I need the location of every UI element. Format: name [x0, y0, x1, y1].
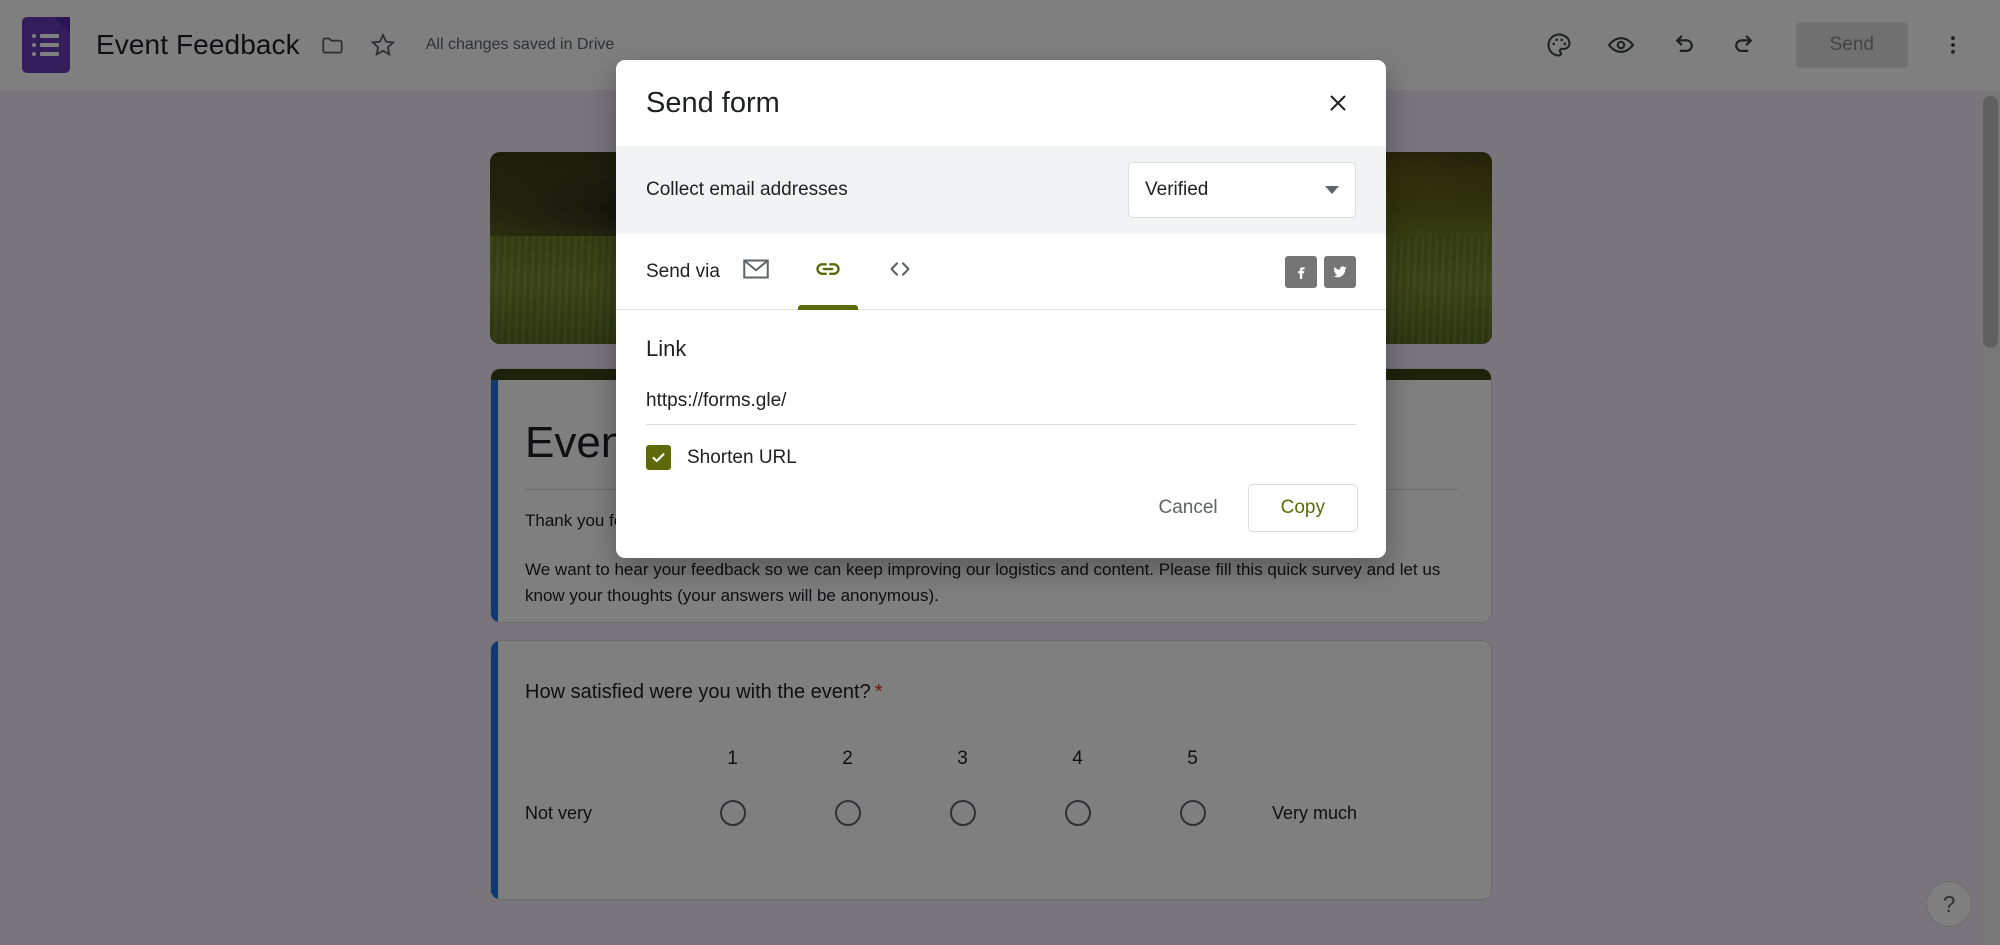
link-section: Link Shorten URL: [616, 310, 1386, 470]
collect-email-value: Verified: [1145, 179, 1209, 200]
shorten-url-row[interactable]: Shorten URL: [646, 445, 1356, 470]
collect-email-row: Collect email addresses Verified: [616, 146, 1386, 234]
facebook-icon[interactable]: [1285, 255, 1317, 288]
shorten-url-checkbox[interactable]: [646, 445, 671, 470]
collect-email-select[interactable]: Verified: [1128, 162, 1356, 218]
link-input[interactable]: [646, 384, 1356, 425]
tab-send-via-embed[interactable]: [864, 234, 936, 310]
dialog-actions: Cancel Copy: [616, 470, 1386, 558]
collect-email-label: Collect email addresses: [646, 179, 848, 200]
twitter-icon[interactable]: [1324, 255, 1356, 288]
envelope-icon: [741, 254, 771, 289]
dialog-header: Send form: [616, 60, 1386, 146]
social-share-group: [1285, 255, 1356, 288]
send-via-label: Send via: [646, 260, 720, 282]
tab-send-via-link[interactable]: [792, 234, 864, 310]
dialog-title: Send form: [646, 86, 780, 119]
link-heading: Link: [646, 336, 687, 361]
link-icon: [813, 254, 843, 289]
copy-button[interactable]: Copy: [1247, 484, 1358, 532]
send-form-dialog: Send form Collect email addresses Verifi…: [616, 60, 1386, 558]
tab-send-via-email[interactable]: [720, 234, 792, 310]
embed-code-icon: [885, 254, 915, 289]
shorten-url-label: Shorten URL: [687, 446, 797, 468]
cancel-button[interactable]: Cancel: [1138, 485, 1237, 531]
close-icon[interactable]: [1318, 83, 1358, 123]
chevron-down-icon: [1325, 186, 1339, 194]
send-via-row: Send via: [616, 234, 1386, 310]
